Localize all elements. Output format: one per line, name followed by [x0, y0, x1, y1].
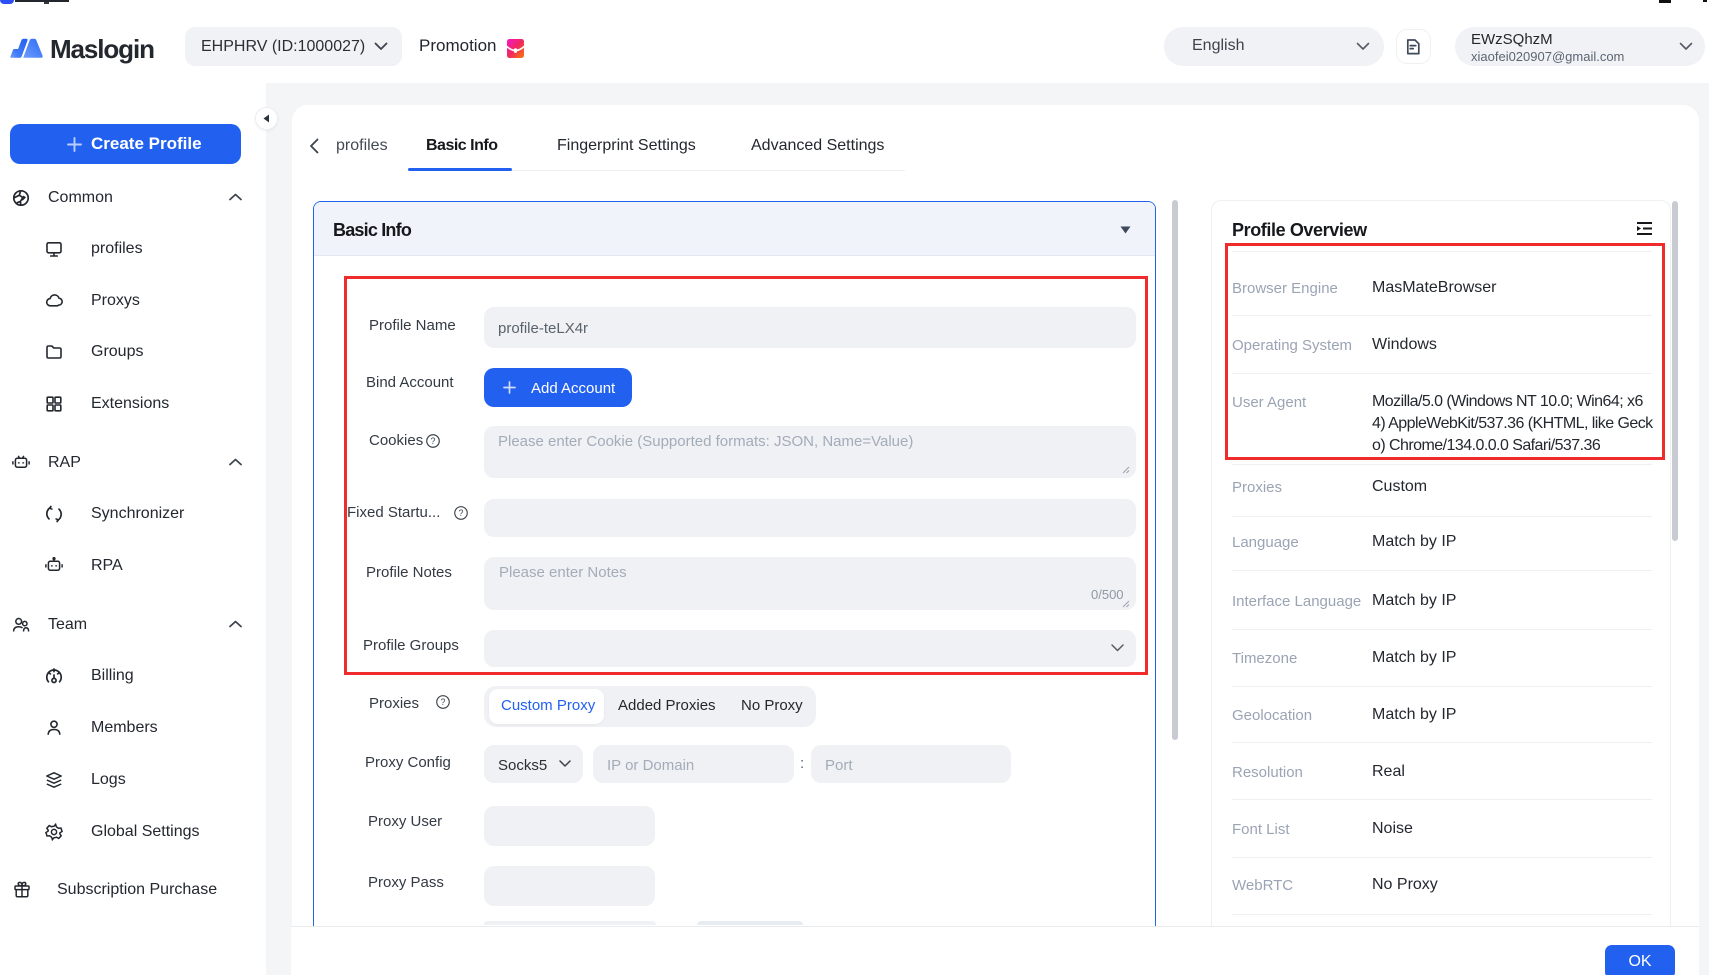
svg-text:?: ? — [441, 697, 446, 707]
